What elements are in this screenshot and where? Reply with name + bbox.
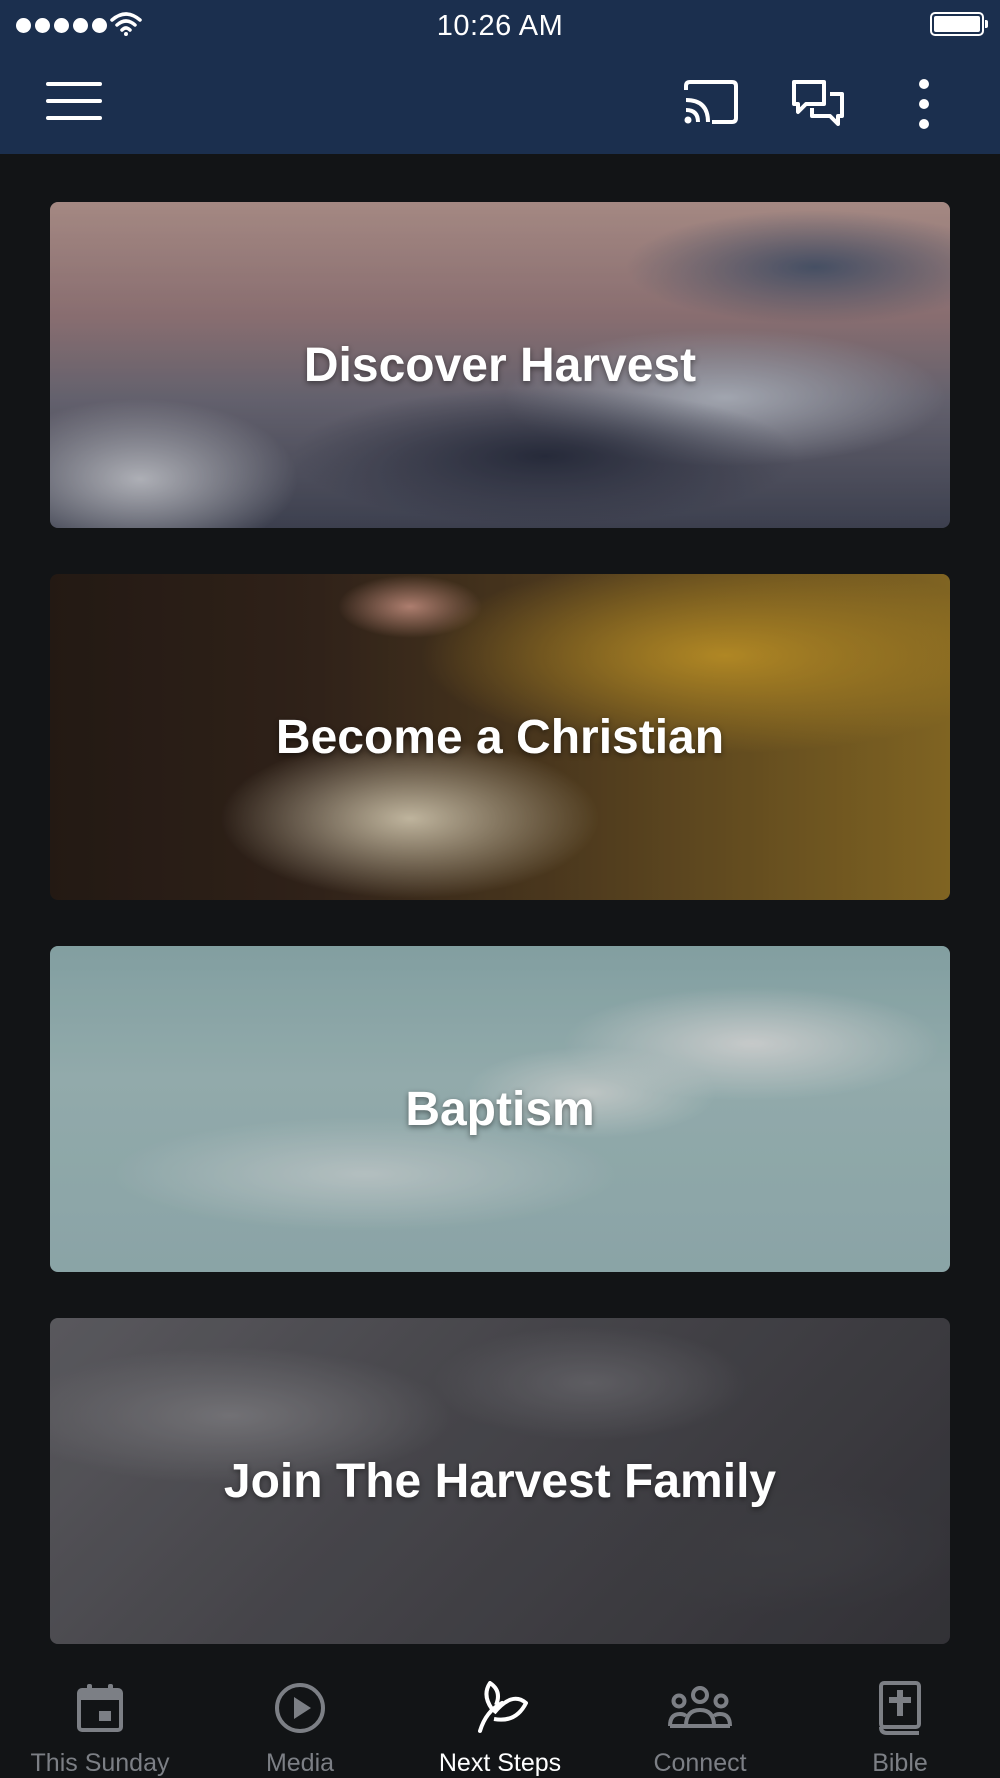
card-title: Join The Harvest Family — [223, 1454, 777, 1508]
chat-bubbles-icon[interactable] — [790, 78, 846, 130]
battery-icon — [930, 12, 988, 36]
tab-label: Bible — [872, 1749, 928, 1777]
leaf-icon — [472, 1680, 528, 1735]
card-become-a-christian[interactable]: Become a Christian — [50, 574, 950, 900]
cast-icon[interactable] — [682, 78, 740, 126]
status-time: 10:26 AM — [436, 10, 564, 42]
card-title: Become a Christian — [275, 710, 725, 764]
tab-media[interactable]: Media — [200, 1660, 400, 1778]
people-group-icon — [668, 1680, 732, 1735]
card-baptism[interactable]: Baptism — [50, 946, 950, 1272]
bottom-tab-bar: This Sunday Media Next Steps Connect Bib… — [0, 1660, 1000, 1778]
tab-this-sunday[interactable]: This Sunday — [0, 1660, 200, 1778]
tab-label: Next Steps — [438, 1749, 562, 1777]
tab-label: Connect — [653, 1749, 747, 1777]
more-vertical-icon[interactable] — [912, 76, 936, 132]
tab-next-steps[interactable]: Next Steps — [400, 1660, 600, 1778]
card-title: Baptism — [405, 1082, 595, 1136]
card-discover-harvest[interactable]: Discover Harvest — [50, 202, 950, 528]
card-join-the-harvest-family[interactable]: Join The Harvest Family — [50, 1318, 950, 1644]
calendar-icon — [76, 1680, 124, 1735]
tab-label: This Sunday — [30, 1749, 170, 1777]
status-bar: 10:26 AM — [0, 0, 1000, 50]
tab-bible[interactable]: Bible — [800, 1660, 1000, 1778]
bible-cross-icon — [878, 1680, 922, 1735]
play-circle-icon — [273, 1680, 327, 1735]
card-title: Discover Harvest — [303, 338, 697, 392]
app-header: 10:26 AM — [0, 0, 1000, 154]
hamburger-menu-icon[interactable] — [46, 82, 102, 120]
tab-connect[interactable]: Connect — [600, 1660, 800, 1778]
tab-label: Media — [265, 1749, 335, 1777]
next-steps-list: Discover Harvest Become a Christian Bapt… — [50, 202, 950, 1690]
